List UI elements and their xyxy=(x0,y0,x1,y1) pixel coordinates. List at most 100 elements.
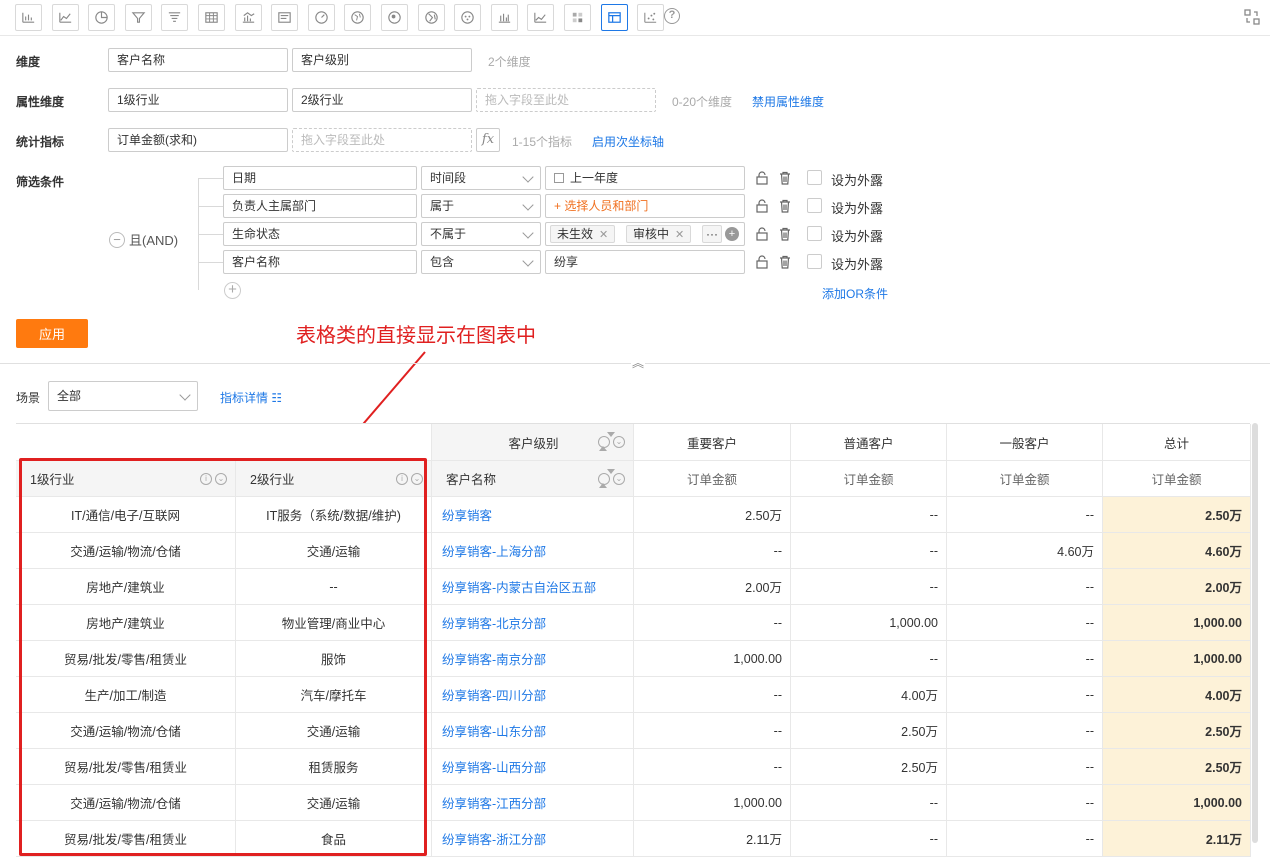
external-checkbox[interactable] xyxy=(807,170,822,185)
lock-icon[interactable] xyxy=(754,170,770,186)
area-icon[interactable] xyxy=(527,4,555,31)
globe-icon[interactable] xyxy=(417,4,445,31)
filter-value[interactable]: 上一年度 xyxy=(545,166,745,190)
header-industry-l1[interactable]: 1级行业 i ⌄ xyxy=(16,461,236,497)
cell-customer-name[interactable]: 纷享销客-浙江分部 xyxy=(432,821,634,857)
add-tag-icon[interactable]: + xyxy=(725,227,739,241)
sort-icon[interactable]: ⌄ xyxy=(598,468,625,488)
filter-operator[interactable]: 不属于 xyxy=(421,222,541,246)
pie-chart-icon[interactable] xyxy=(88,4,116,31)
cell-customer-name[interactable]: 纷享销客-南京分部 xyxy=(432,641,634,677)
close-icon[interactable]: ✕ xyxy=(599,229,608,241)
dimension-field-2[interactable]: 客户级别 xyxy=(292,48,472,72)
filter-operator[interactable]: 包含 xyxy=(421,250,541,274)
customer-link[interactable]: 纷享销客-山东分部 xyxy=(442,721,546,740)
header-col-normal[interactable]: 普通客户 xyxy=(791,424,947,461)
detail-table-icon[interactable] xyxy=(600,4,628,31)
filter-field[interactable]: 客户名称 xyxy=(223,250,417,274)
trash-icon[interactable] xyxy=(777,226,793,242)
cell-customer-name[interactable]: 纷享销客-江西分部 xyxy=(432,785,634,821)
filter-value-tags[interactable]: 未生效 ✕ 审核中 ✕ ··· + xyxy=(545,222,745,246)
filter-value-input[interactable]: 纷享 xyxy=(545,250,745,274)
combo-chart-icon[interactable] xyxy=(234,4,262,31)
scene-select[interactable]: 全部 xyxy=(48,381,198,411)
trash-icon[interactable] xyxy=(777,254,793,270)
heatmap-icon[interactable] xyxy=(564,4,591,31)
customer-link[interactable]: 纷享销客 xyxy=(442,505,492,524)
customer-link[interactable]: 纷享销客-山西分部 xyxy=(442,757,546,776)
header-col-important[interactable]: 重要客户 xyxy=(634,424,791,461)
external-checkbox[interactable] xyxy=(807,226,822,241)
minus-circle-icon[interactable]: − xyxy=(109,231,125,248)
attribute-field-2[interactable]: 2级行业 xyxy=(292,88,472,112)
cell-customer-name[interactable]: 纷享销客-北京分部 xyxy=(432,605,634,641)
close-icon[interactable]: ✕ xyxy=(675,229,684,241)
apply-button[interactable]: 应用 xyxy=(16,319,88,348)
formula-button[interactable]: fx xyxy=(476,128,500,152)
scatter-icon[interactable] xyxy=(637,4,665,31)
attribute-drop-zone[interactable]: 拖入字段至此处 xyxy=(476,88,656,112)
filter-field[interactable]: 生命状态 xyxy=(223,222,417,246)
cell-customer-name[interactable]: 纷享销客-四川分部 xyxy=(432,677,634,713)
header-industry-l2[interactable]: 2级行业 i ⌄ xyxy=(236,461,432,497)
disable-attribute-link[interactable]: 禁用属性维度 xyxy=(752,93,824,110)
info-icon[interactable]: i ⌄ xyxy=(200,472,227,485)
filter-field[interactable]: 负责人主属部门 xyxy=(223,194,417,218)
funnel-alt-icon[interactable] xyxy=(161,4,189,31)
logic-group[interactable]: − 且(AND) xyxy=(109,230,178,249)
customer-link[interactable]: 纷享销客-北京分部 xyxy=(442,613,546,632)
cell-customer-name[interactable]: 纷享销客-内蒙古自治区五部 xyxy=(432,569,634,605)
info-icon[interactable]: i ⌄ xyxy=(396,472,423,485)
customer-link[interactable]: 纷享销客-南京分部 xyxy=(442,649,546,668)
header-customer-level[interactable]: 客户级别 ⌄ xyxy=(432,424,634,461)
cell-customer-name[interactable]: 纷享销客-上海分部 xyxy=(432,533,634,569)
attribute-field-1[interactable]: 1级行业 xyxy=(108,88,288,112)
column-icon[interactable] xyxy=(490,4,518,31)
customer-link[interactable]: 纷享销客-浙江分部 xyxy=(442,829,546,848)
metric-drop-zone[interactable]: 拖入字段至此处 xyxy=(292,128,472,152)
map-bubble-icon[interactable] xyxy=(381,4,408,31)
customer-link[interactable]: 纷享销客-内蒙古自治区五部 xyxy=(442,577,596,596)
customer-link[interactable]: 纷享销客-四川分部 xyxy=(442,685,546,704)
trash-icon[interactable] xyxy=(777,170,793,186)
header-col-total[interactable]: 总计 xyxy=(1103,424,1251,461)
filter-operator[interactable]: 属于 xyxy=(421,194,541,218)
cell-customer-name[interactable]: 纷享销客 xyxy=(432,497,634,533)
select-people-button[interactable]: + 选择人员和部门 xyxy=(545,194,745,218)
trash-icon[interactable] xyxy=(777,198,793,214)
card-icon[interactable] xyxy=(271,4,299,31)
gauge-icon[interactable] xyxy=(307,4,335,31)
bar-chart-icon[interactable] xyxy=(15,4,42,31)
line-chart-icon[interactable] xyxy=(51,4,79,31)
add-or-condition-link[interactable]: 添加OR条件 xyxy=(822,285,888,302)
external-checkbox[interactable] xyxy=(807,254,822,269)
more-tags[interactable]: ··· xyxy=(702,225,722,243)
swap-icon[interactable] xyxy=(1243,8,1261,26)
cell-customer-name[interactable]: 纷享销客-山西分部 xyxy=(432,749,634,785)
header-col-general[interactable]: 一般客户 xyxy=(947,424,1103,461)
cell-customer-name[interactable]: 纷享销客-山东分部 xyxy=(432,713,634,749)
sort-icon[interactable]: ⌄ xyxy=(598,432,625,451)
lock-icon[interactable] xyxy=(754,254,770,270)
external-checkbox[interactable] xyxy=(807,198,822,213)
table-icon[interactable] xyxy=(198,4,225,31)
help-icon[interactable]: ? xyxy=(664,8,680,24)
filter-operator[interactable]: 时间段 xyxy=(421,166,541,190)
add-condition-icon[interactable]: + xyxy=(224,282,241,299)
radar-icon[interactable] xyxy=(454,4,482,31)
secondary-axis-link[interactable]: 启用次坐标轴 xyxy=(592,133,664,150)
filter-tag[interactable]: 审核中 ✕ xyxy=(626,225,692,243)
funnel-icon[interactable] xyxy=(124,4,152,31)
map-icon[interactable] xyxy=(344,4,372,31)
filter-tag[interactable]: 未生效 ✕ xyxy=(550,225,616,243)
metric-detail-link[interactable]: 指标详情 ☷ xyxy=(220,389,282,406)
filter-field[interactable]: 日期 xyxy=(223,166,417,190)
lock-icon[interactable] xyxy=(754,226,770,242)
header-customer-name[interactable]: 客户名称 ⌄ xyxy=(432,461,634,497)
lock-icon[interactable] xyxy=(754,198,770,214)
customer-link[interactable]: 纷享销客-江西分部 xyxy=(442,793,546,812)
collapse-up-icon[interactable]: ︽ xyxy=(631,356,645,370)
vertical-scrollbar[interactable] xyxy=(1252,423,1258,843)
metric-field-1[interactable]: 订单金额(求和) xyxy=(108,128,288,152)
customer-link[interactable]: 纷享销客-上海分部 xyxy=(442,541,546,560)
